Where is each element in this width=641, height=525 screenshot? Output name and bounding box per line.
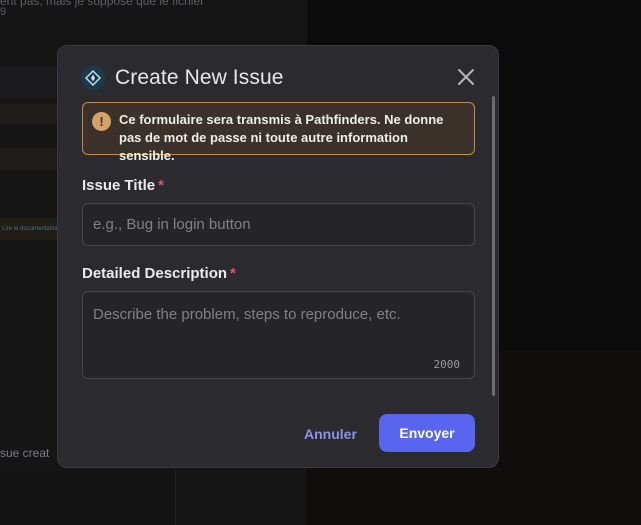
warning-text: Ce formulaire sera transmis à Pathfinder… — [119, 112, 444, 163]
background-block — [0, 66, 60, 98]
cancel-button[interactable]: Annuler — [304, 426, 357, 442]
description-label-text: Detailed Description — [82, 265, 228, 282]
description-textarea[interactable] — [82, 291, 475, 379]
required-marker: * — [230, 265, 236, 282]
dialog-title: Create New Issue — [115, 66, 284, 89]
issue-title-input[interactable] — [82, 203, 475, 246]
exclamation-icon: ! — [92, 112, 111, 131]
issue-title-label: Issue Title * — [82, 177, 164, 194]
background-message-text-2: 9 — [0, 6, 7, 18]
dialog-scrollbar[interactable] — [492, 96, 495, 396]
create-issue-dialog: Create New Issue ! Ce formulaire sera tr… — [57, 45, 499, 468]
description-label: Detailed Description * — [82, 265, 236, 282]
dialog-header: Create New Issue — [81, 66, 284, 90]
required-marker: * — [158, 177, 164, 194]
submit-button[interactable]: Envoyer — [379, 414, 475, 452]
background-message-text: ent pas, mais je suppose que le fichier — [0, 0, 205, 8]
background-footer — [0, 470, 176, 525]
background-block — [0, 148, 60, 170]
issue-title-label-text: Issue Title — [82, 177, 156, 194]
character-counter: 2000 — [433, 358, 461, 371]
close-icon[interactable] — [456, 67, 476, 87]
background-block — [0, 104, 60, 124]
background-link: Lire la documentation — [2, 226, 60, 232]
warning-banner: ! Ce formulaire sera transmis à Pathfind… — [82, 102, 475, 163]
compass-diamond-icon — [81, 66, 105, 90]
background-block: Lire la documentation — [0, 218, 60, 240]
background-issue-text: sue creat — [0, 446, 50, 460]
